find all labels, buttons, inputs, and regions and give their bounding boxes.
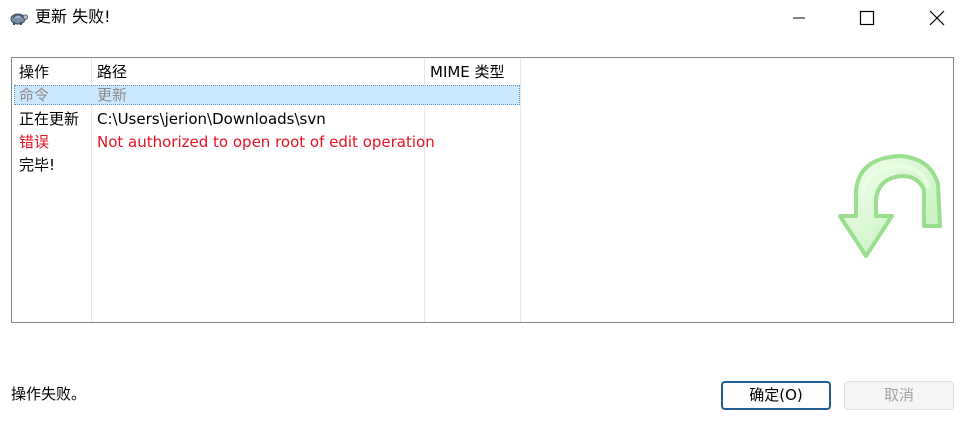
title-bar: 更新 失败! bbox=[0, 0, 966, 36]
tortoise-icon bbox=[10, 13, 29, 25]
green-update-arrow-icon bbox=[838, 154, 942, 258]
close-button[interactable] bbox=[914, 0, 960, 36]
maximize-button[interactable] bbox=[844, 0, 890, 36]
minimize-icon bbox=[793, 17, 805, 19]
row-action: 错误 bbox=[19, 133, 50, 151]
row-path: C:\Users\jerion\Downloads\svn bbox=[97, 110, 326, 128]
list-item-error[interactable]: 错误 Not authorized to open root of edit o… bbox=[14, 132, 520, 152]
minimize-button[interactable] bbox=[776, 0, 822, 36]
column-header-path[interactable]: 路径 bbox=[97, 62, 127, 82]
list-item[interactable]: 命令 更新 bbox=[14, 85, 520, 105]
row-action: 命令 bbox=[19, 86, 50, 104]
row-action: 完毕! bbox=[19, 156, 56, 174]
cancel-button[interactable]: 取消 bbox=[844, 381, 954, 410]
ok-button[interactable]: 确定(O) bbox=[721, 381, 831, 410]
results-list[interactable]: 操作 路径 MIME 类型 命令 更新 正在更新 C:\Users\jerion… bbox=[11, 57, 954, 323]
column-header-action[interactable]: 操作 bbox=[19, 62, 49, 82]
status-message: 操作失败。 bbox=[11, 385, 87, 403]
row-path: 更新 bbox=[97, 86, 128, 104]
column-divider bbox=[520, 58, 521, 322]
row-action: 正在更新 bbox=[19, 110, 80, 128]
list-item[interactable]: 正在更新 C:\Users\jerion\Downloads\svn bbox=[14, 109, 520, 129]
close-icon bbox=[929, 10, 945, 26]
window-title: 更新 失败! bbox=[35, 7, 111, 26]
list-item[interactable]: 完毕! bbox=[14, 155, 520, 175]
column-header-mime-type[interactable]: MIME 类型 bbox=[430, 62, 505, 82]
row-path: Not authorized to open root of edit oper… bbox=[97, 133, 435, 151]
maximize-icon bbox=[859, 10, 875, 26]
